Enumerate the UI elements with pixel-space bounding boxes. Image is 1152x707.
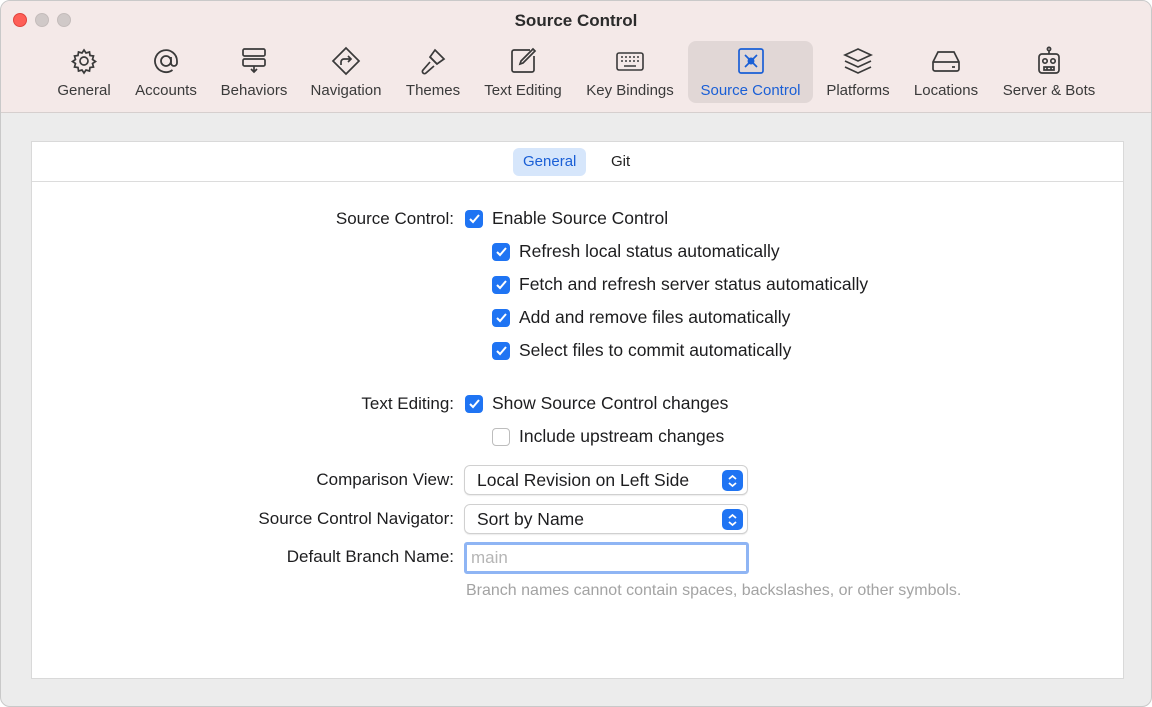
checkbox-checked: [492, 242, 510, 261]
preferences-toolbar: General Accounts Behaviors Navigation Th…: [1, 41, 1151, 105]
enable-source-control-checkbox[interactable]: Enable Source Control: [465, 208, 668, 229]
robot-icon: [1038, 46, 1060, 74]
drive-icon: [932, 51, 960, 72]
toolbar-item-label: Locations: [913, 82, 979, 99]
toolbar-item-label: Navigation: [310, 82, 382, 99]
tab-general[interactable]: General: [513, 148, 587, 176]
toolbar-item-platforms[interactable]: Platforms: [818, 41, 898, 103]
toolbar-item-label: Behaviors: [220, 82, 288, 99]
toolbar-item-label: Text Editing: [484, 82, 562, 99]
toolbar-item-label: Key Bindings: [586, 82, 674, 99]
edit-icon: [511, 47, 537, 73]
refresh-local-checkbox[interactable]: Refresh local status automatically: [492, 241, 780, 262]
keyboard-icon: [616, 52, 644, 71]
navigator-label: Source Control Navigator:: [258, 509, 454, 528]
select-value: Sort by Name: [477, 509, 584, 529]
toolbar-item-label: Accounts: [135, 82, 197, 99]
paintbrush-icon: [421, 48, 446, 75]
branch-name-input[interactable]: [464, 542, 749, 574]
toolbar-item-label: General: [57, 82, 111, 99]
checkbox-checked: [465, 394, 483, 413]
title-bar: Source Control General Accounts Behavior…: [1, 1, 1151, 113]
toolbar-item-label: Source Control: [700, 82, 801, 99]
source-control-icon: [737, 48, 764, 74]
branch-name-label: Default Branch Name:: [286, 547, 454, 566]
toolbar-item-label: Server & Bots: [1002, 82, 1096, 99]
toolbar-item-behaviors[interactable]: Behaviors: [214, 41, 294, 103]
fetch-refresh-checkbox[interactable]: Fetch and refresh server status automati…: [492, 274, 868, 295]
branch-name-hint: Branch names cannot contain spaces, back…: [466, 582, 962, 599]
toolbar-item-server-bots[interactable]: Server & Bots: [995, 41, 1103, 103]
select-value: Local Revision on Left Side: [477, 470, 690, 490]
checkbox-label: Select files to commit automatically: [519, 340, 792, 360]
checkbox-checked: [492, 341, 510, 360]
updown-chevron-icon: [722, 509, 743, 530]
checkbox-label: Refresh local status automatically: [519, 241, 780, 261]
comparison-view-select[interactable]: Local Revision on Left Side: [464, 465, 748, 495]
gear-icon: [70, 48, 98, 75]
navigation-icon: [331, 46, 361, 76]
checkbox-label: Fetch and refresh server status automati…: [519, 274, 869, 294]
select-files-checkbox[interactable]: Select files to commit automatically: [492, 340, 791, 361]
checkbox-checked: [492, 275, 510, 294]
tab-git[interactable]: Git: [601, 148, 640, 176]
add-remove-checkbox[interactable]: Add and remove files automatically: [492, 307, 790, 328]
settings-panel: General Git Source Control: Enable Sourc…: [31, 141, 1124, 679]
checkbox-label: Enable Source Control: [492, 208, 669, 228]
text-editing-label: Text Editing:: [361, 394, 454, 413]
toolbar-item-source-control[interactable]: Source Control: [688, 41, 813, 103]
source-control-label: Source Control:: [335, 209, 454, 228]
toolbar-item-accounts[interactable]: Accounts: [127, 41, 205, 103]
checkbox-label: Show Source Control changes: [492, 393, 729, 413]
toolbar-item-locations[interactable]: Locations: [906, 41, 986, 103]
navigator-sort-select[interactable]: Sort by Name: [464, 504, 748, 534]
updown-chevron-icon: [722, 470, 743, 491]
segmented-tabs: General Git: [32, 142, 1123, 182]
checkbox-checked: [465, 209, 483, 228]
include-upstream-checkbox[interactable]: Include upstream changes: [492, 426, 724, 447]
toolbar-item-label: Themes: [405, 82, 461, 99]
toolbar-item-label: Platforms: [826, 82, 890, 99]
toolbar-item-text-editing[interactable]: Text Editing: [476, 41, 570, 103]
window-title: Source Control: [514, 11, 638, 30]
layers-icon: [843, 48, 873, 74]
checkbox-unchecked: [492, 427, 510, 446]
toolbar-item-general[interactable]: General: [51, 41, 117, 103]
toolbar-item-themes[interactable]: Themes: [399, 41, 467, 103]
toolbar-item-navigation[interactable]: Navigation: [303, 41, 389, 103]
checkbox-checked: [492, 308, 510, 327]
at-icon: [154, 49, 178, 73]
comparison-view-label: Comparison View:: [316, 470, 454, 489]
show-changes-checkbox[interactable]: Show Source Control changes: [465, 393, 728, 414]
behaviors-icon: [242, 48, 266, 74]
checkbox-label: Include upstream changes: [519, 426, 725, 446]
checkbox-label: Add and remove files automatically: [519, 307, 791, 327]
toolbar-item-key-bindings[interactable]: Key Bindings: [579, 41, 681, 103]
preferences-window: Source Control General Accounts Behavior…: [0, 0, 1152, 707]
